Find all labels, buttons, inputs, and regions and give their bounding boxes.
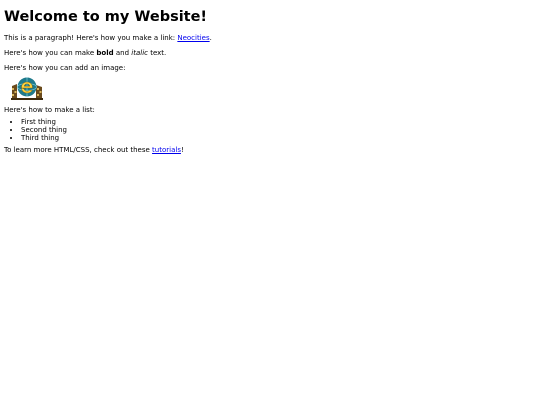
paragraph-text: text.: [147, 49, 167, 57]
bold-text: bold: [96, 49, 114, 57]
neocities-link[interactable]: Neocities: [177, 34, 209, 42]
bullet-list: First thing Second thing Third thing: [4, 118, 536, 142]
site-logo-e-globe-icon: [11, 76, 43, 100]
paragraph-punctuation: .: [209, 34, 212, 42]
paragraph-text: and: [113, 49, 132, 57]
list-item: Second thing: [21, 126, 536, 134]
tutorials-link[interactable]: tutorials: [152, 146, 181, 154]
italic-text: italic: [131, 49, 148, 57]
list-item: Third thing: [21, 134, 536, 142]
paragraph-text: This is a paragraph! Here's how you make…: [4, 34, 178, 42]
page-content: Welcome to my Website! This is a paragra…: [0, 9, 540, 154]
paragraph-formatting: Here's how you can make bold and italic …: [4, 49, 536, 57]
page-title: Welcome to my Website!: [4, 9, 208, 25]
paragraph-image-intro: Here's how you can add an image:: [4, 64, 126, 72]
paragraph-text: To learn more HTML/CSS, check out these: [4, 146, 153, 154]
paragraph-punctuation: !: [180, 146, 184, 154]
paragraph-link: This is a paragraph! Here's how you make…: [4, 34, 536, 42]
paragraph-text: Here's how you can make: [4, 49, 97, 57]
paragraph-list-intro: Here's how to make a list:: [4, 106, 95, 114]
list-item: First thing: [21, 118, 536, 126]
paragraph-tutorials: To learn more HTML/CSS, check out these …: [4, 146, 536, 154]
